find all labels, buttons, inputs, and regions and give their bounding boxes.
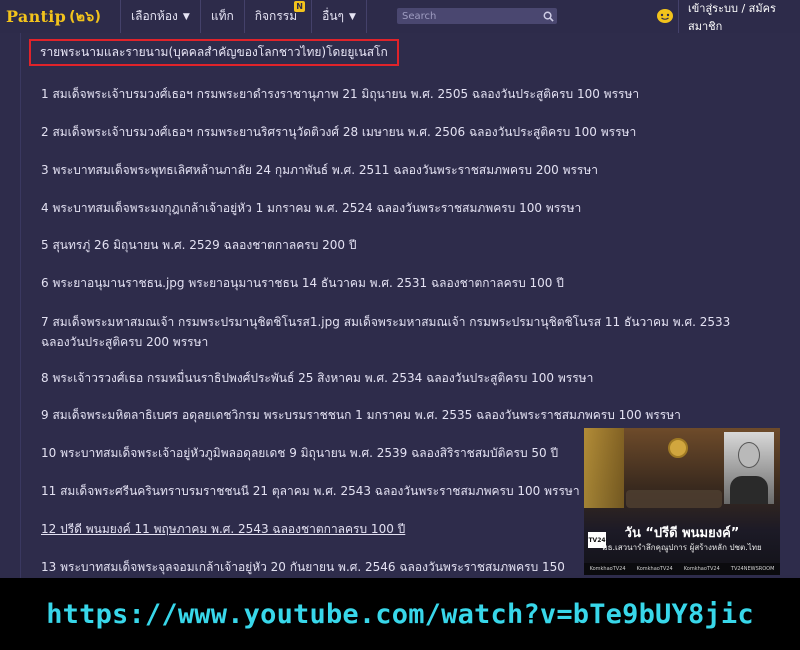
portrait-photo: [724, 432, 774, 504]
list-item: 8 พระเจ้าวรวงศ์เธอ กรมหมื่นนราธิปพงศ์ประ…: [41, 371, 594, 385]
post-heading: รายพระนามและรายนาม(บุคคลสำคัญของโลกชาวไท…: [29, 39, 399, 66]
emoji-icon[interactable]: [654, 6, 676, 26]
list-item: 10 พระบาทสมเด็จพระเจ้าอยู่หัวภูมิพลอดุลย…: [41, 446, 559, 460]
nav-item-label: กิจกรรม: [254, 9, 298, 23]
social-handles: KomkhaoTV24 KomkhaoTV24 KomkhaoTV24 TV24…: [584, 563, 780, 575]
post-content: รายพระนามและรายนาม(บุคคลสำคัญของโลกชาวไท…: [0, 33, 800, 578]
list-item: 2 สมเด็จพระเจ้าบรมวงศ์เธอฯ กรมพระยานริศร…: [41, 125, 637, 139]
conference-table: [626, 490, 722, 508]
chevron-down-icon: ▼: [348, 11, 356, 22]
logo-mark: (๒๖): [69, 8, 102, 25]
nav-item-more[interactable]: อื่นๆ ▼: [312, 0, 366, 33]
nav-item-label: อื่นๆ: [322, 9, 344, 23]
search-input[interactable]: [397, 8, 539, 24]
video-curtain: [584, 428, 624, 508]
social-handle: KomkhaoTV24: [636, 566, 673, 572]
video-subline: มธ.เสวนารำลึกคุณูปการ ผู้สร้างหลัก ปชต.ไ…: [602, 543, 762, 552]
new-badge: N: [294, 1, 306, 12]
url-banner: https://www.youtube.com/watch?v=bTe9bUY8…: [0, 578, 800, 650]
list-item: 1 สมเด็จพระเจ้าบรมวงศ์เธอฯ กรมพระยาดำรงร…: [41, 87, 640, 101]
logo-text: Pantip: [6, 7, 67, 26]
portrait-suit: [730, 476, 768, 504]
search-box: [397, 8, 557, 24]
chevron-down-icon: ▼: [182, 11, 190, 22]
nav-item-label: แท็ก: [210, 9, 234, 23]
social-handle: KomkhaoTV24: [589, 566, 626, 572]
list-item: 9 สมเด็จพระมหิตลาธิเบศร อดุลยเดชวิกรม พร…: [41, 408, 681, 422]
list-item: 7 สมเด็จพระมหาสมณเจ้า กรมพระปรมานุชิตชิโ…: [41, 315, 731, 349]
nav-item-activities[interactable]: กิจกรรม N: [245, 0, 311, 33]
login-register-link[interactable]: เข้าสู่ระบบ / สมัครสมาชิก: [684, 0, 800, 33]
video-headline: วัน “ปรีดี พนมยงค์”: [624, 526, 740, 541]
list-item: 6 พระยาอนุมานราชธน.jpg พระยาอนุมานราชธน …: [41, 276, 564, 290]
social-handle: KomkhaoTV24: [683, 566, 720, 572]
list-item: 3 พระบาทสมเด็จพระพุทธเลิศหล้านภาลัย 24 ก…: [41, 163, 599, 177]
emblem-icon: [668, 438, 688, 458]
portrait-face: [738, 442, 760, 468]
nav-divider: [365, 0, 367, 33]
pantip-logo[interactable]: Pantip (๒๖): [0, 0, 120, 33]
list-item: 11 สมเด็จพระศรีนครินทราบรมราชชนนี 21 ตุล…: [41, 484, 580, 498]
list-item: 4 พระบาทสมเด็จพระมงกุฎเกล้าเจ้าอยู่หัว 1…: [41, 201, 582, 215]
list-item-link[interactable]: 12 ปรีดี พนมยงค์ 11 พฤษภาคม พ.ศ. 2543 ฉล…: [41, 519, 581, 539]
nav-divider: [678, 0, 679, 33]
search-icon[interactable]: [539, 8, 557, 24]
list-item: 5 สุนทรภู่ 26 มิถุนายน พ.ศ. 2529 ฉลองชาต…: [41, 238, 357, 252]
list-item: 13 พระบาทสมเด็จพระจุลจอมเกล้าเจ้าอยู่หัว…: [41, 560, 565, 574]
youtube-url-text: https://www.youtube.com/watch?v=bTe9bUY8…: [46, 598, 754, 630]
nav-item-choose-room[interactable]: เลือกห้อง ▼: [121, 0, 200, 33]
nav-item-tags[interactable]: แท็ก: [201, 0, 244, 33]
top-navbar: Pantip (๒๖) เลือกห้อง ▼ แท็ก กิจกรรม N อ…: [0, 0, 800, 33]
nav-item-label: เลือกห้อง: [131, 9, 178, 23]
social-handle: TV24NEWSROOM: [730, 566, 775, 572]
video-thumbnail[interactable]: TV24 วัน “ปรีดี พนมยงค์” มธ.เสวนารำลึกคุ…: [584, 428, 780, 575]
